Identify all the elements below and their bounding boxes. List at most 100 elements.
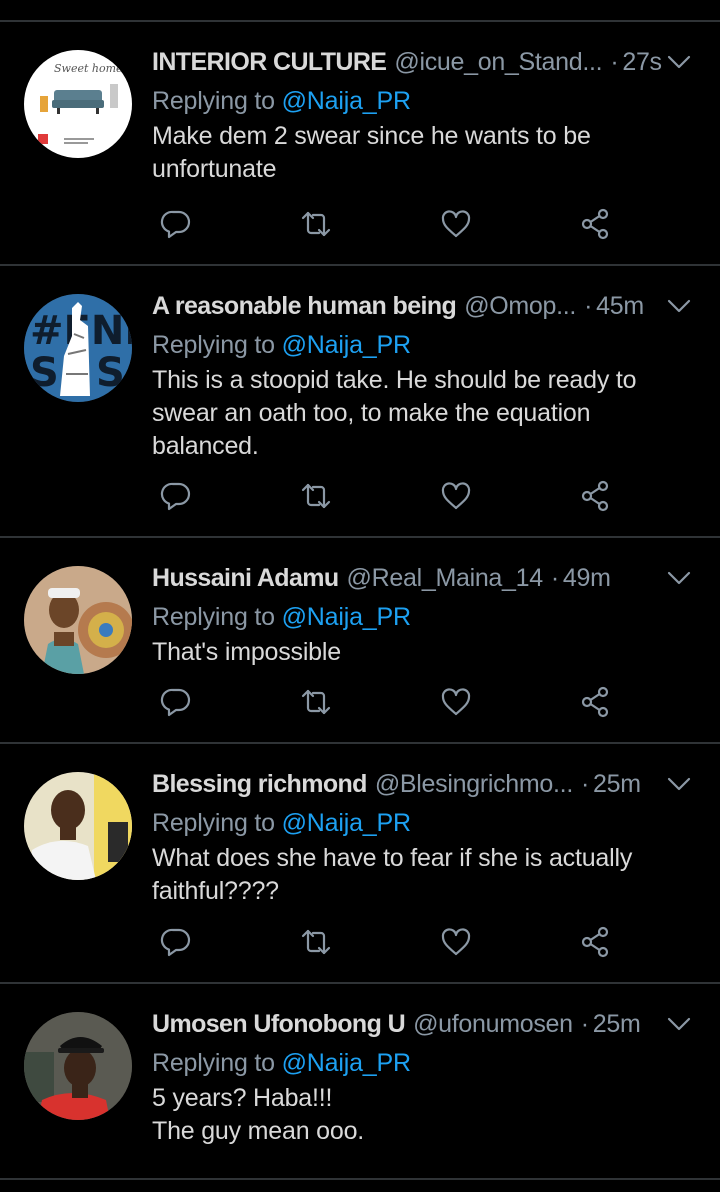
replying-to-label: Replying to [152, 809, 275, 837]
timestamp[interactable]: 49m [563, 564, 611, 593]
tweet[interactable]: Hussaini Adamu @Real_Maina_14 · 49m Repl… [0, 538, 720, 744]
share-button[interactable] [576, 922, 616, 962]
reply-icon [160, 688, 191, 717]
retweet-icon [301, 689, 331, 715]
tweet-header: Umosen Ufonobong U @ufonumosen · 25m [152, 1004, 700, 1044]
timestamp[interactable]: 45m [596, 292, 644, 321]
tweet-text: That's impossible [152, 638, 341, 666]
share-icon [581, 208, 609, 240]
reply-icon [160, 928, 191, 957]
retweet-button[interactable] [296, 922, 336, 962]
tweet-actions [152, 682, 700, 722]
user-handle[interactable]: @Real_Maina_14 [347, 564, 543, 593]
mention-link[interactable]: @Naija_PR [282, 809, 411, 837]
chevron-down-icon[interactable] [666, 570, 692, 586]
separator-dot: · [550, 563, 559, 592]
reply-button[interactable] [156, 922, 196, 962]
share-button[interactable] [576, 476, 616, 516]
like-icon [441, 482, 471, 510]
separator-dot: · [580, 769, 589, 798]
tweet-body: Blessing richmond @Blesingrichmo... · 25… [152, 764, 700, 908]
display-name[interactable]: Hussaini Adamu [152, 564, 339, 593]
tweet-body: Hussaini Adamu @Real_Maina_14 · 49m Repl… [152, 558, 700, 669]
tweet-body: Umosen Ufonobong U @ufonumosen · 25m Rep… [152, 1004, 700, 1148]
retweet-button[interactable] [296, 476, 336, 516]
retweet-icon [301, 929, 331, 955]
like-icon [441, 928, 471, 956]
mention-link[interactable]: @Naija_PR [282, 1049, 411, 1077]
tweet-actions [152, 204, 700, 244]
svg-text:Sweet home: Sweet home [54, 62, 123, 75]
retweet-button[interactable] [296, 204, 336, 244]
like-icon [441, 688, 471, 716]
reply-button[interactable] [156, 204, 196, 244]
replying-to-label: Replying to [152, 331, 275, 359]
tweet-header: Hussaini Adamu @Real_Maina_14 · 49m [152, 558, 700, 598]
tweet-header: A reasonable human being @Omop... · 45m [152, 286, 700, 326]
avatar[interactable]: Sweet home [24, 50, 132, 158]
share-icon [581, 480, 609, 512]
avatar[interactable]: #END S S [24, 294, 132, 402]
replying-to-label: Replying to [152, 87, 275, 115]
svg-text:S: S [30, 350, 59, 396]
replying-to-line: Replying to @Naija_PR [152, 598, 700, 636]
tweet[interactable]: Umosen Ufonobong U @ufonumosen · 25m Rep… [0, 984, 720, 1180]
tweet[interactable]: #END S S A reasonable human being @Omop.… [0, 266, 720, 538]
separator-dot: · [580, 1009, 589, 1038]
chevron-down-icon[interactable] [666, 54, 692, 70]
user-handle[interactable]: @Blesingrichmo... [375, 770, 573, 799]
replying-to-line: Replying to @Naija_PR [152, 804, 700, 842]
chevron-down-icon[interactable] [666, 298, 692, 314]
mention-link[interactable]: @Naija_PR [282, 603, 411, 631]
user-handle[interactable]: @ufonumosen [413, 1010, 573, 1039]
like-button[interactable] [436, 204, 476, 244]
avatar[interactable] [24, 566, 132, 674]
like-button[interactable] [436, 476, 476, 516]
display-name[interactable]: A reasonable human being [152, 292, 457, 321]
like-button[interactable] [436, 682, 476, 722]
separator-dot: · [584, 291, 593, 320]
tweet-actions [152, 476, 700, 516]
replying-to-line: Replying to @Naija_PR [152, 326, 700, 364]
tweet-header: Blessing richmond @Blesingrichmo... · 25… [152, 764, 700, 804]
tweet-text: This is a stoopid take. He should be rea… [152, 366, 637, 460]
avatar[interactable] [24, 1012, 132, 1120]
replying-to-line: Replying to @Naija_PR [152, 1044, 700, 1082]
display-name[interactable]: Blessing richmond [152, 770, 367, 799]
reply-button[interactable] [156, 682, 196, 722]
timestamp[interactable]: 25m [593, 770, 641, 799]
chevron-down-icon[interactable] [666, 1016, 692, 1032]
tweet-text: What does she have to fear if she is act… [152, 844, 633, 905]
tweet-body: A reasonable human being @Omop... · 45m … [152, 286, 700, 463]
share-icon [581, 686, 609, 718]
share-button[interactable] [576, 204, 616, 244]
user-handle[interactable]: @Omop... [464, 292, 576, 321]
display-name[interactable]: Umosen Ufonobong U [152, 1010, 406, 1039]
share-icon [581, 926, 609, 958]
tweet-text: Make dem 2 swear since he wants to be un… [152, 122, 591, 183]
mention-link[interactable]: @Naija_PR [282, 87, 411, 115]
user-handle[interactable]: @icue_on_Stand... [394, 48, 602, 77]
chevron-down-icon[interactable] [666, 776, 692, 792]
retweet-icon [301, 483, 331, 509]
replying-to-label: Replying to [152, 1049, 275, 1077]
timestamp[interactable]: 25m [593, 1010, 641, 1039]
tweet-body: INTERIOR CULTURE @icue_on_Stand... · 27s… [152, 42, 700, 186]
display-name[interactable]: INTERIOR CULTURE [152, 48, 387, 77]
tweet[interactable]: Sweet home INTERIOR CULTURE @icue_on_Sta… [0, 22, 720, 266]
share-button[interactable] [576, 682, 616, 722]
replying-to-label: Replying to [152, 603, 275, 631]
tweet-text: 5 years? Haba!!! The guy mean ooo. [152, 1084, 365, 1145]
tweet-header: INTERIOR CULTURE @icue_on_Stand... · 27s [152, 42, 700, 82]
tweet[interactable]: Blessing richmond @Blesingrichmo... · 25… [0, 744, 720, 984]
retweet-button[interactable] [296, 682, 336, 722]
reply-icon [160, 210, 191, 239]
tweet-actions [152, 922, 700, 962]
reply-button[interactable] [156, 476, 196, 516]
like-icon [441, 210, 471, 238]
like-button[interactable] [436, 922, 476, 962]
timestamp[interactable]: 27s [622, 48, 662, 77]
avatar[interactable] [24, 772, 132, 880]
mention-link[interactable]: @Naija_PR [282, 331, 411, 359]
reply-icon [160, 482, 191, 511]
